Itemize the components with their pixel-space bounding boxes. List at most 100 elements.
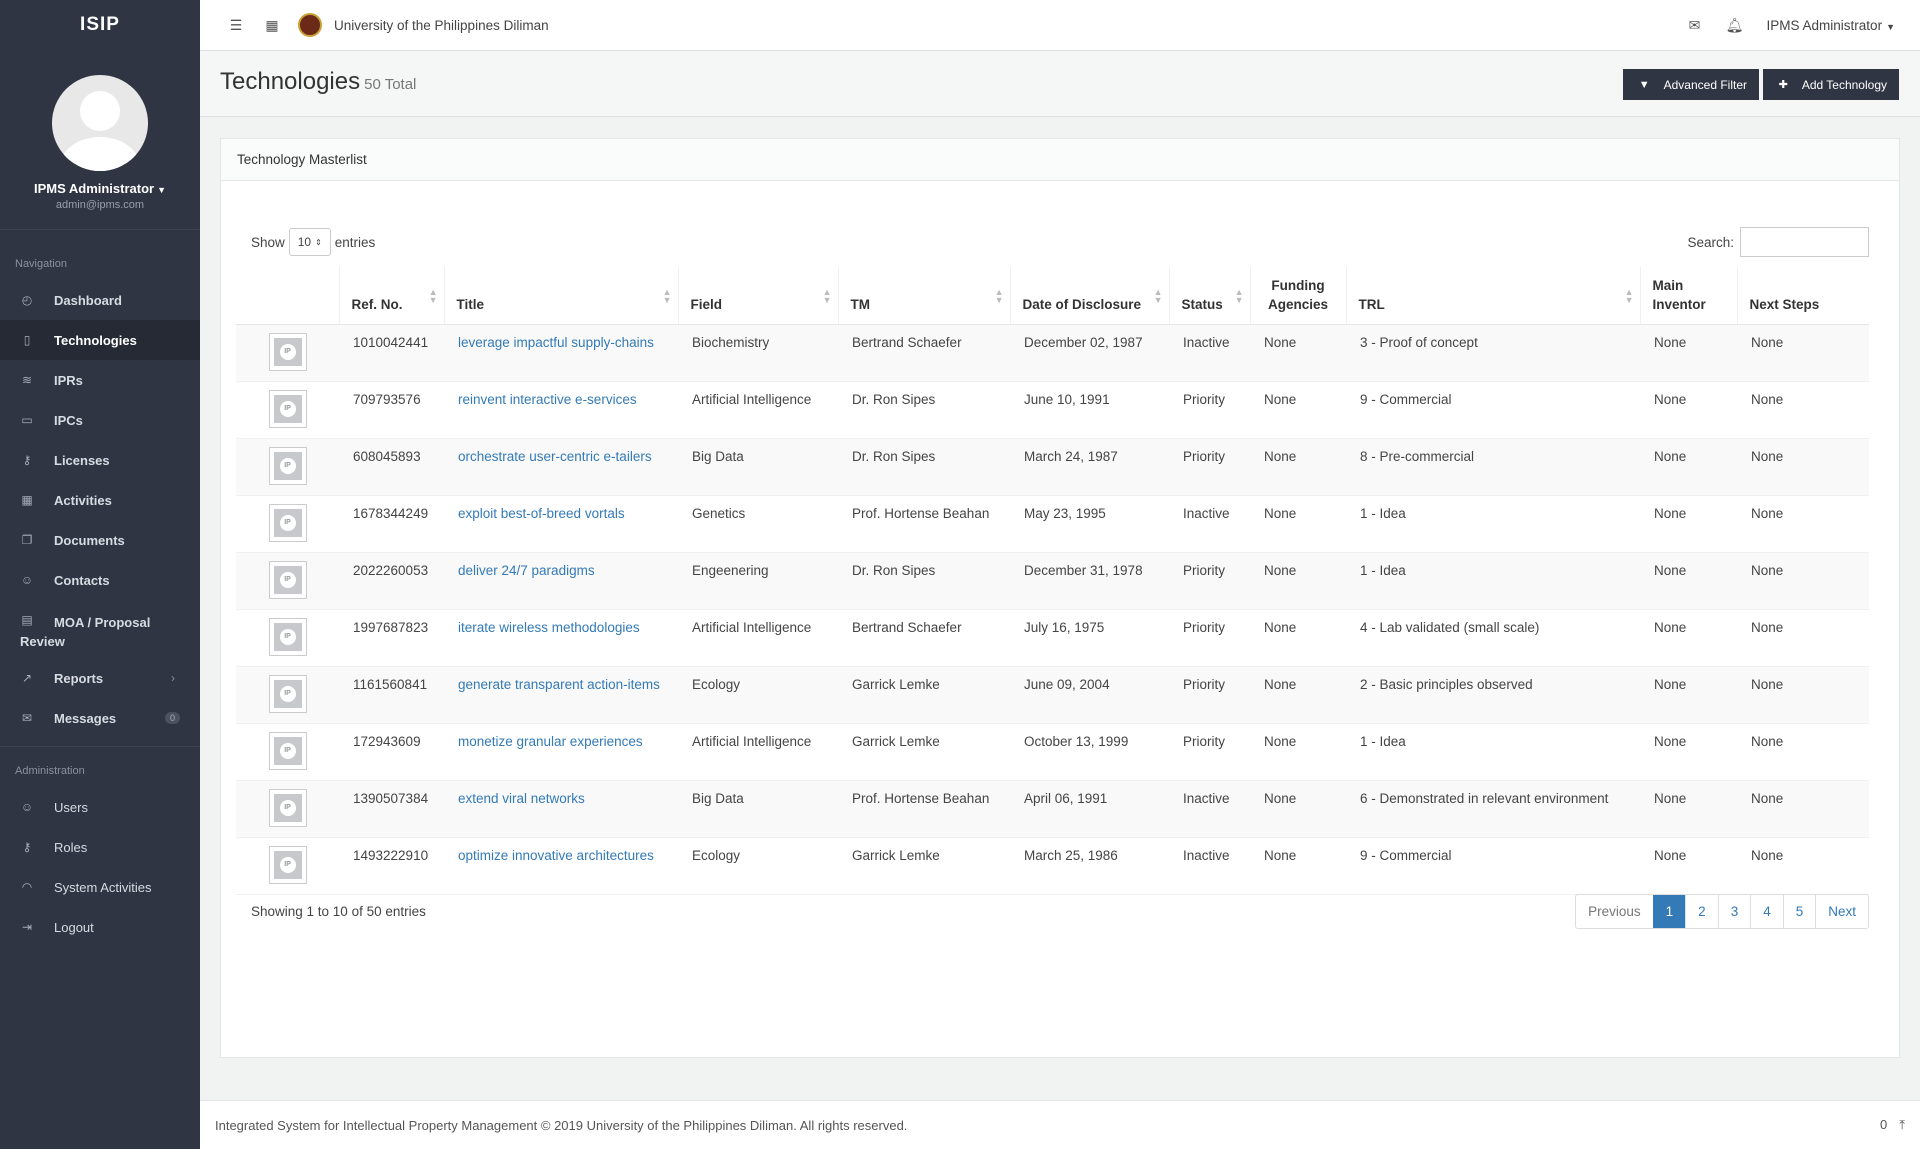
sidebar-item-reports[interactable]: ↗ Reports ›: [0, 658, 200, 698]
column-header-date-of-disclosure[interactable]: Date of Disclosure ▲ ▼: [1010, 267, 1170, 325]
cell-ref-no: 1997687823: [339, 609, 444, 667]
calendar-icon[interactable]: ▦: [264, 17, 280, 33]
technology-thumbnail[interactable]: IP: [268, 446, 307, 485]
sort-icon: ▲ ▼: [822, 286, 832, 305]
column-header-main-inventor[interactable]: Main Inventor: [1640, 267, 1738, 325]
column-header-ref-no[interactable]: Ref. No. ▲ ▼: [339, 267, 445, 325]
user-menu-label: IPMS Administrator: [1766, 17, 1883, 33]
table-footer: Showing 1 to 10 of 50 entries Previous 1…: [251, 894, 1869, 929]
cell-next-steps: None: [1737, 552, 1869, 610]
sidebar-item-users[interactable]: ☺ Users: [0, 787, 200, 827]
sidebar-item-label: Technologies: [54, 332, 137, 348]
cell-status: Inactive: [1169, 324, 1250, 382]
sort-icon: ▲ ▼: [428, 286, 438, 305]
pagination-page-4[interactable]: 4: [1750, 895, 1783, 928]
envelope-icon[interactable]: ✉: [1687, 17, 1703, 33]
nav-heading: Navigation: [15, 258, 67, 270]
sidebar-item-label: IPCs: [54, 412, 83, 428]
technology-thumbnail[interactable]: IP: [268, 674, 307, 713]
technology-title-link[interactable]: generate transparent action-items: [458, 677, 660, 692]
cell-tm: Garrick Lemke: [838, 837, 1010, 895]
cell-main-inventor: None: [1640, 837, 1737, 895]
sidebar-item-label: Users: [54, 799, 88, 815]
profile-name-dropdown[interactable]: IPMS Administrator ▼: [0, 181, 200, 196]
sidebar-item-iprs[interactable]: ≋ IPRs: [0, 360, 200, 400]
sidebar-item-logout[interactable]: ⇥ Logout: [0, 907, 200, 947]
pagination-next[interactable]: Next: [1815, 895, 1868, 928]
sidebar-item-roles[interactable]: ⚷ Roles: [0, 827, 200, 867]
sidebar-item-system-activities[interactable]: ◠ System Activities: [0, 867, 200, 907]
technology-thumbnail[interactable]: IP: [268, 560, 307, 599]
add-technology-button[interactable]: ✚ Add Technology: [1762, 69, 1899, 100]
cell-next-steps: None: [1737, 438, 1869, 496]
cell-funding-agencies: None: [1250, 438, 1346, 496]
sidebar-item-dashboard[interactable]: ◴ Dashboard: [0, 280, 200, 320]
table-row: IP 608045893 orchestrate user-centric e-ta…: [236, 438, 1869, 496]
cell-status: Priority: [1169, 609, 1250, 667]
technology-thumbnail[interactable]: IP: [268, 503, 307, 542]
column-header-label: Date of Disclosure: [1022, 296, 1142, 312]
thumbnail-cell: IP: [236, 723, 339, 781]
book-icon: ▯: [23, 333, 31, 347]
technology-thumbnail[interactable]: IP: [268, 845, 307, 884]
cell-field: Artificial Intelligence: [678, 723, 838, 781]
column-header-thumbnail: [236, 267, 340, 325]
sidebar-item-documents[interactable]: ❐ Documents: [0, 520, 200, 560]
technologies-table: Ref. No. ▲ ▼ Title ▲ ▼ Field ▲ ▼ TM ▲ ▼ Date of …: [236, 267, 1869, 895]
technology-title-link[interactable]: reinvent interactive e-services: [458, 392, 637, 407]
sidebar-item-licenses[interactable]: ⚷ Licenses: [0, 440, 200, 480]
sidebar-item-technologies[interactable]: ▯ Technologies: [0, 320, 200, 360]
sidebar-item-ipcs[interactable]: ▭ IPCs: [0, 400, 200, 440]
technology-title-link[interactable]: exploit best-of-breed vortals: [458, 506, 625, 521]
sidebar-item-messages[interactable]: ✉ Messages 0: [0, 698, 200, 738]
column-header-funding-agencies[interactable]: Funding Agencies: [1250, 267, 1347, 325]
cell-ref-no: 709793576: [339, 381, 444, 439]
column-header-field[interactable]: Field ▲ ▼: [678, 267, 839, 325]
cell-date-of-disclosure: December 31, 1978: [1010, 552, 1169, 610]
technology-title-link[interactable]: optimize innovative architectures: [458, 848, 654, 863]
page-header: Technologies 50 Total ▼ Advanced Filter ✚ A…: [200, 51, 1920, 117]
search-input[interactable]: [1740, 227, 1869, 257]
cell-funding-agencies: None: [1250, 666, 1346, 724]
pagination-previous[interactable]: Previous: [1576, 895, 1653, 928]
technology-thumbnail[interactable]: IP: [268, 788, 307, 827]
technology-title-link[interactable]: extend viral networks: [458, 791, 585, 806]
column-header-tm[interactable]: TM ▲ ▼: [838, 267, 1011, 325]
technology-title-link[interactable]: leverage impactful supply-chains: [458, 335, 654, 350]
filter-icon: ▼: [1638, 78, 1650, 91]
sidebar-toggle-icon[interactable]: ☰: [228, 17, 244, 33]
technology-thumbnail[interactable]: IP: [268, 731, 307, 770]
technology-thumbnail[interactable]: IP: [268, 389, 307, 428]
user-menu-dropdown[interactable]: IPMS Administrator ▼: [1767, 18, 1895, 33]
chart-line-icon: ↗: [21, 671, 33, 685]
technology-masterlist-panel: Technology Masterlist Show 10 ⇕ entries S…: [220, 138, 1900, 1058]
technology-title-link[interactable]: monetize granular experiences: [458, 734, 643, 749]
cell-field: Biochemistry: [678, 324, 838, 382]
column-header-title[interactable]: Title ▲ ▼: [444, 267, 679, 325]
scroll-top-icon[interactable]: ⤒: [1899, 1117, 1905, 1133]
technology-title-link[interactable]: deliver 24/7 paradigms: [458, 563, 595, 578]
advanced-filter-button[interactable]: ▼ Advanced Filter: [1622, 69, 1759, 100]
pagination-page-5[interactable]: 5: [1782, 895, 1816, 928]
pagination-page-2[interactable]: 2: [1685, 895, 1718, 928]
cell-ref-no: 608045893: [339, 438, 444, 496]
technology-title-link[interactable]: iterate wireless methodologies: [458, 620, 640, 635]
column-header-label: Ref. No.: [351, 296, 403, 312]
column-header-trl[interactable]: TRL ▲ ▼: [1346, 267, 1641, 325]
column-header-next-steps[interactable]: Next Steps: [1737, 267, 1869, 325]
technology-thumbnail[interactable]: IP: [268, 617, 307, 656]
column-header-label: Main Inventor: [1652, 277, 1706, 312]
sidebar-item-contacts[interactable]: ☺ Contacts: [0, 560, 200, 600]
column-header-status[interactable]: Status ▲ ▼: [1169, 267, 1251, 325]
pagination-page-3[interactable]: 3: [1717, 895, 1751, 928]
bell-icon[interactable]: 🔔︎: [1726, 17, 1744, 33]
sidebar-item-activities[interactable]: ▦ Activities: [0, 480, 200, 520]
technology-title-link[interactable]: orchestrate user-centric e-tailers: [458, 449, 652, 464]
entries-select[interactable]: 10 ⇕: [288, 228, 331, 256]
sidebar-item-label: System Activities: [54, 879, 152, 895]
brand-logo[interactable]: ISIP: [0, 0, 200, 50]
technology-thumbnail[interactable]: IP: [268, 332, 307, 371]
cell-ref-no: 1161560841: [339, 666, 444, 724]
pagination-page-1[interactable]: 1: [1652, 895, 1686, 928]
sidebar-item-moa-proposal-review[interactable]: ▤ MOA / Proposal Review: [0, 600, 200, 658]
